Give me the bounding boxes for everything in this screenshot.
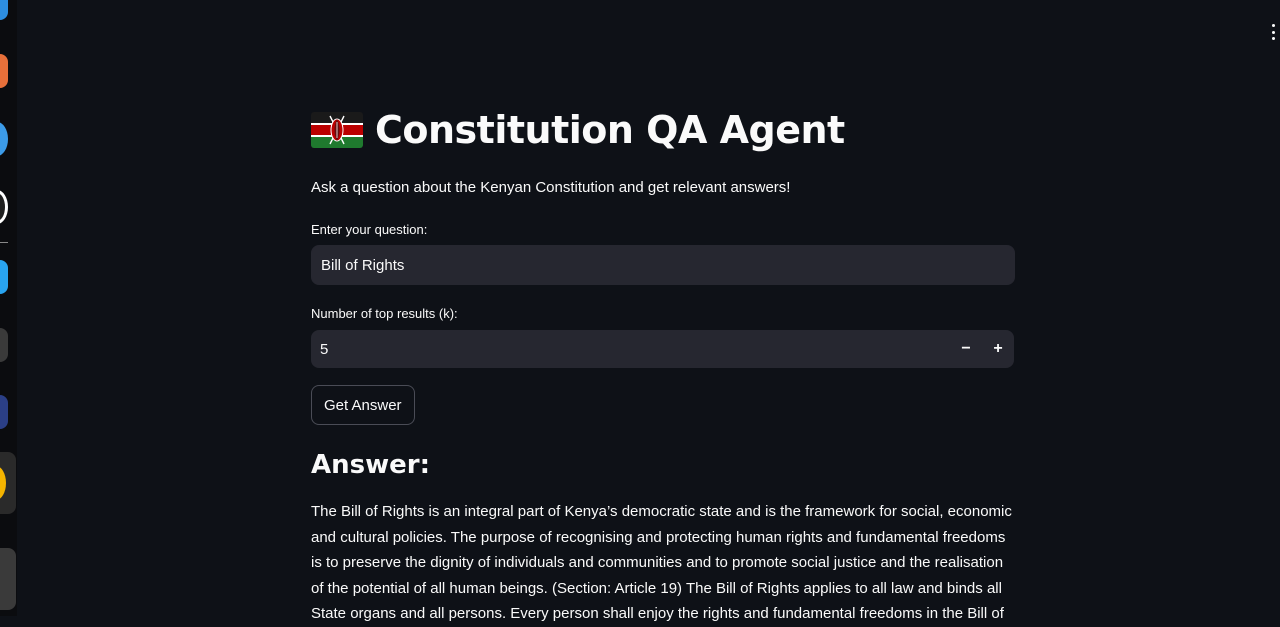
answer-text: The Bill of Rights is an integral part o… [311, 503, 1012, 623]
page-subtitle: Ask a question about the Kenyan Constitu… [311, 179, 791, 196]
question-label: Enter your question: [311, 222, 428, 237]
increment-button[interactable]: + [982, 330, 1014, 368]
decrement-button[interactable]: − [950, 330, 982, 368]
app-icon[interactable] [0, 328, 8, 362]
app-icon[interactable] [0, 54, 8, 88]
dock-separator [0, 242, 8, 243]
main-menu-icon[interactable] [1272, 24, 1276, 40]
app-icon[interactable] [0, 548, 16, 610]
app-icon[interactable] [0, 260, 8, 294]
app-icon[interactable] [0, 122, 8, 156]
title-row: Constitution QA Agent [311, 108, 845, 152]
k-label: Number of top results (k): [311, 306, 458, 321]
app-icon[interactable] [0, 190, 8, 224]
answer-heading: Answer: [311, 450, 430, 480]
page-title: Constitution QA Agent [375, 108, 845, 152]
k-number-stepper: − + [311, 330, 1014, 368]
kenya-flag-icon [311, 112, 363, 148]
app-icon[interactable] [0, 395, 8, 429]
k-number-input[interactable] [311, 330, 950, 368]
app-icon[interactable] [0, 0, 8, 20]
taskbar-dock [0, 0, 17, 616]
question-input[interactable] [311, 245, 1015, 285]
get-answer-button[interactable]: Get Answer [311, 385, 415, 425]
